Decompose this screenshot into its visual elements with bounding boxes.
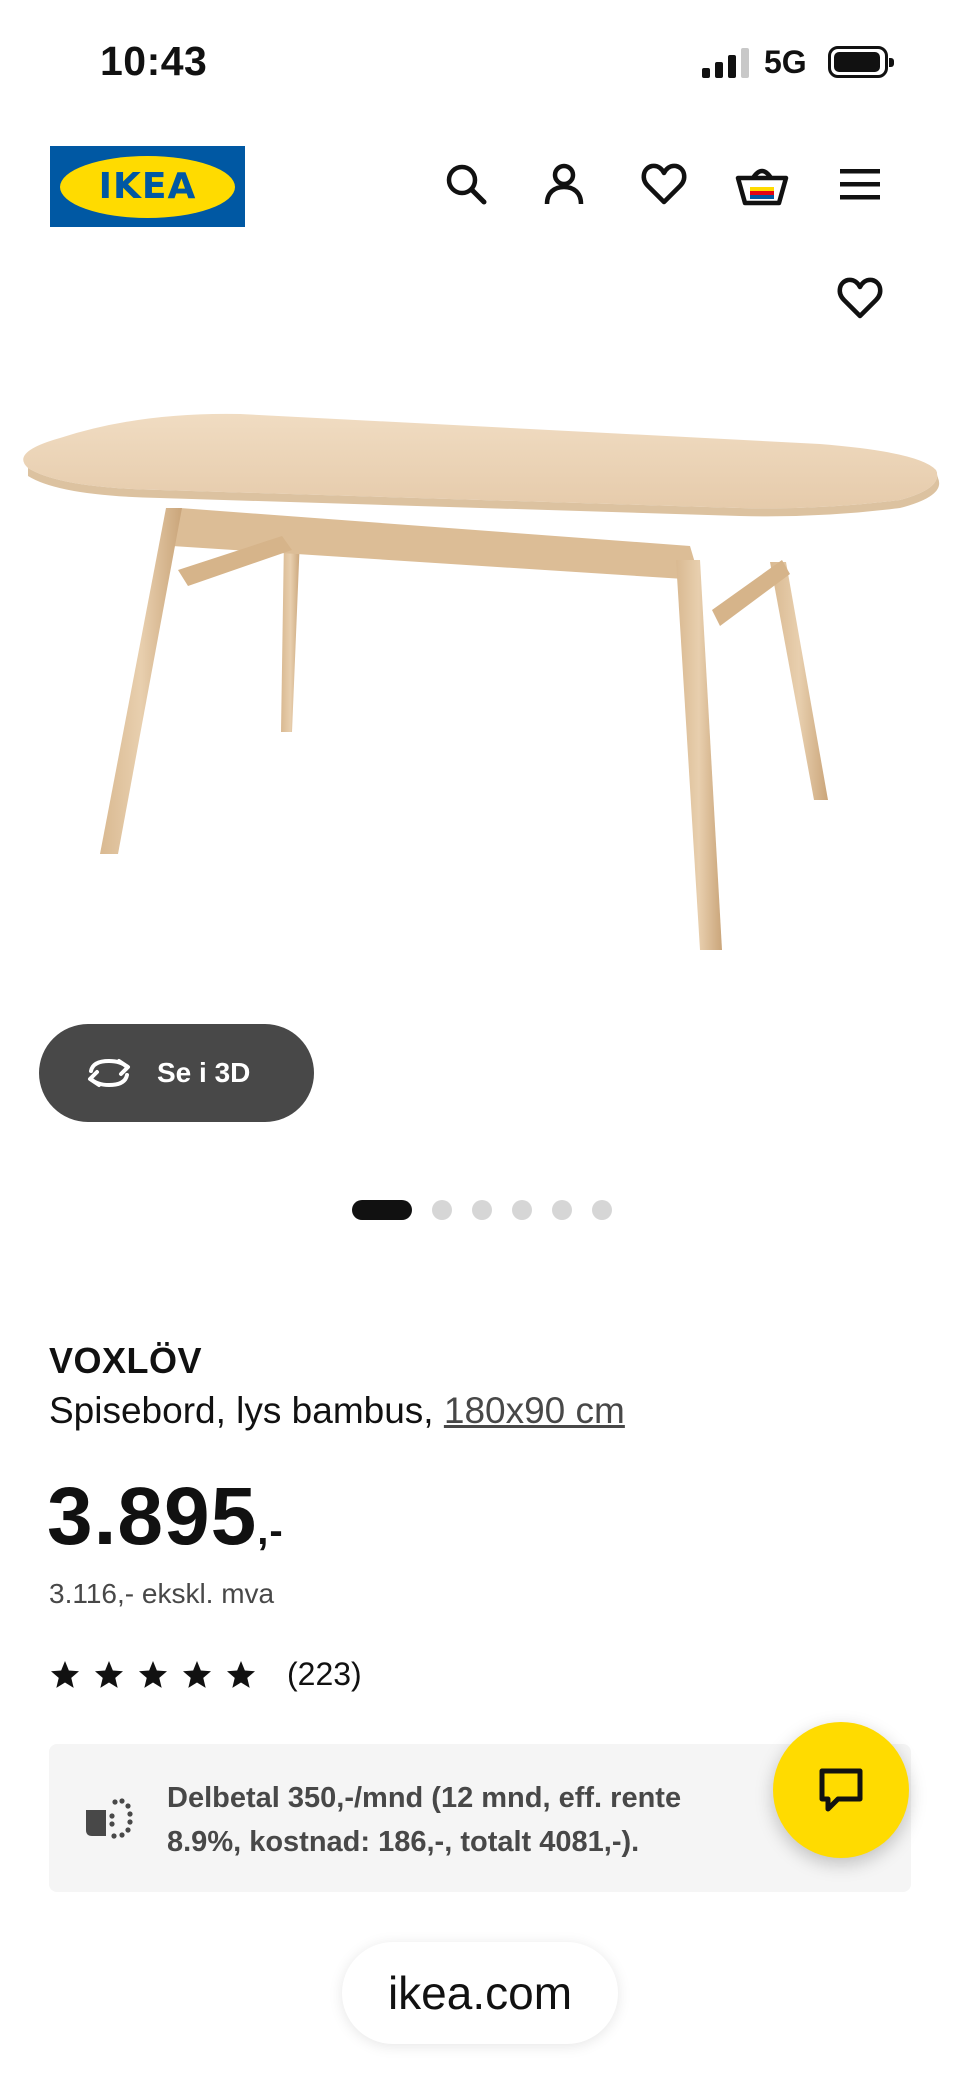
star-icon xyxy=(139,1660,167,1688)
basket-icon[interactable] xyxy=(734,156,790,212)
carousel-dot[interactable] xyxy=(472,1200,492,1220)
search-icon[interactable] xyxy=(438,156,494,212)
star-icon xyxy=(183,1660,211,1688)
url-text: ikea.com xyxy=(387,1967,573,2019)
rating-count: (223) xyxy=(287,1656,362,1692)
image-carousel-indicator xyxy=(0,1200,960,1220)
menu-icon[interactable] xyxy=(832,156,888,212)
star-icon xyxy=(227,1660,255,1688)
status-bar: 10:43 5G xyxy=(0,0,960,120)
installment-text: Delbetal 350,-/mnd (12 mnd, eff. rente 8… xyxy=(167,1782,682,1858)
price-suffix: ,- xyxy=(257,1509,284,1553)
product-size-link[interactable]: 180x90 cm xyxy=(444,1390,625,1431)
carousel-dot[interactable] xyxy=(432,1200,452,1220)
carousel-dot[interactable] xyxy=(592,1200,612,1220)
carousel-dot[interactable] xyxy=(352,1200,412,1220)
price-excluding-vat: 3.116,- ekskl. mva xyxy=(49,1578,275,1609)
chat-button[interactable] xyxy=(773,1722,909,1858)
carousel-dot[interactable] xyxy=(512,1200,532,1220)
heart-icon[interactable] xyxy=(636,156,692,212)
chat-bubble-icon xyxy=(819,1768,863,1812)
view-in-3d-button[interactable]: Se i 3D xyxy=(39,1024,314,1122)
view-in-3d-label: Se i 3D xyxy=(157,1057,251,1088)
installment-icon xyxy=(86,1798,133,1839)
carousel-dot[interactable] xyxy=(552,1200,572,1220)
browser-url-bar[interactable]: ikea.com xyxy=(342,1942,618,2044)
product-type: Spisebord, lys bambus, xyxy=(49,1390,434,1431)
star-icon xyxy=(51,1660,79,1688)
rotate-3d-icon xyxy=(88,1058,130,1088)
price-amount: 3.895 xyxy=(47,1471,258,1562)
network-type: 5G xyxy=(764,44,807,80)
product-description: Spisebord, lys bambus, 180x90 cm xyxy=(49,1390,625,1432)
battery-icon xyxy=(828,46,894,78)
star-icon xyxy=(95,1660,123,1688)
product-rating[interactable]: (223) xyxy=(49,1656,362,1693)
product-price: 3.895,- xyxy=(47,1470,284,1564)
add-to-favorites-icon[interactable] xyxy=(832,270,888,326)
logo-text: IKEA xyxy=(98,166,197,207)
product-name: VOXLÖV xyxy=(49,1340,203,1381)
cellular-signal-icon xyxy=(702,48,750,78)
account-icon[interactable] xyxy=(536,156,592,212)
product-image[interactable] xyxy=(0,360,960,1020)
ikea-logo[interactable]: IKEA xyxy=(50,146,245,227)
status-time: 10:43 xyxy=(100,38,208,84)
